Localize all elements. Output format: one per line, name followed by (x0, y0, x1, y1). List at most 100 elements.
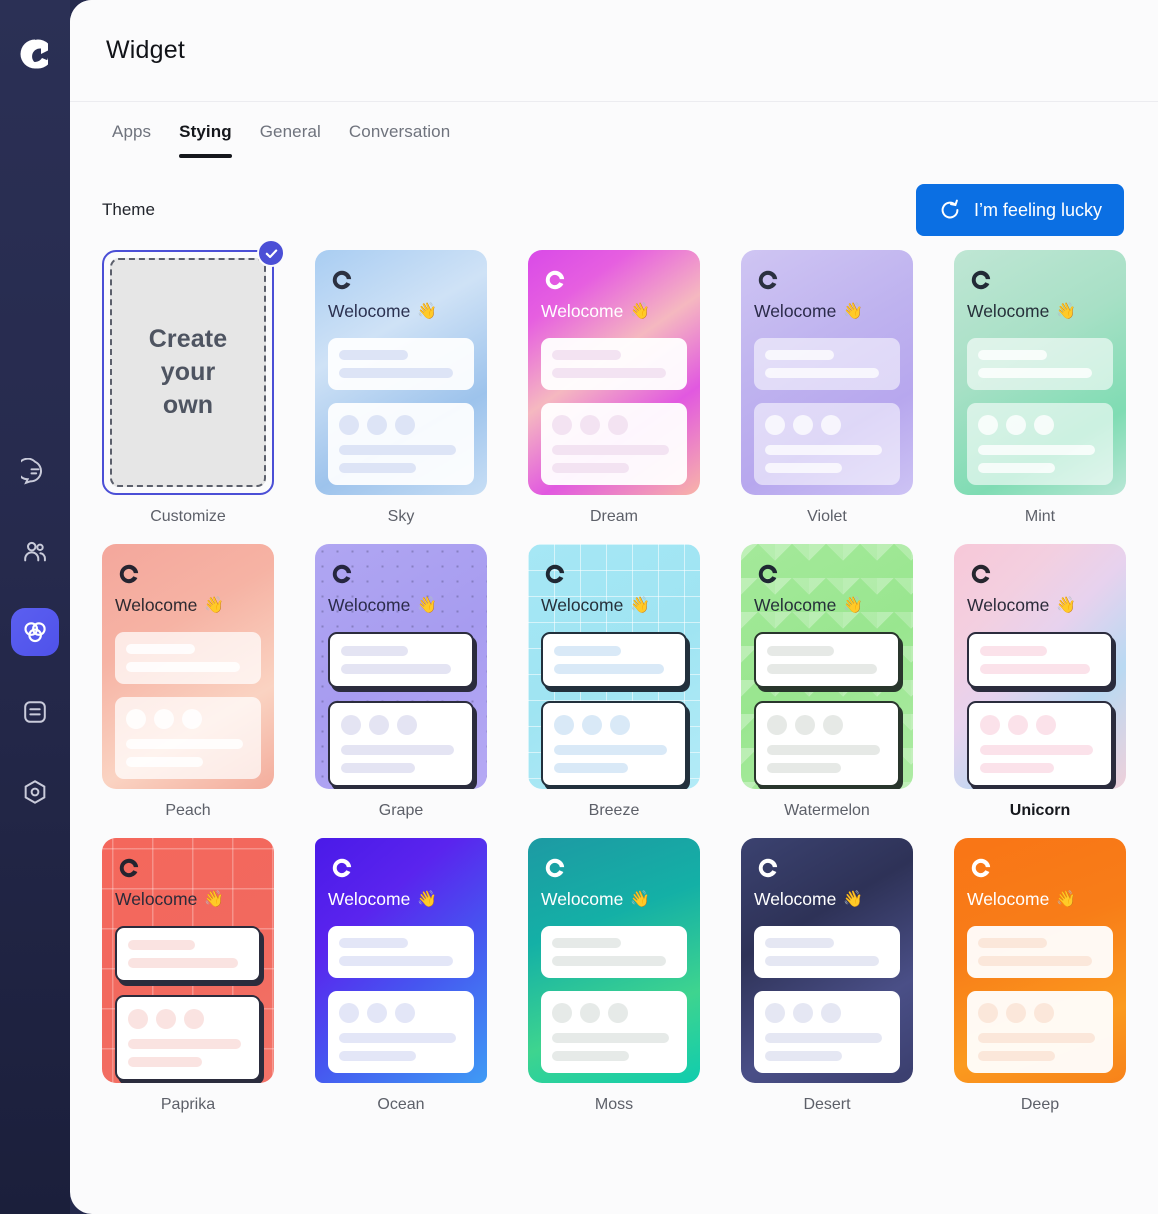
preview-bubble-top (754, 926, 900, 978)
theme-card-ocean[interactable]: Welocome 👋 (315, 838, 487, 1083)
create-your-own-card[interactable]: Create your own (102, 250, 274, 495)
skeleton-line (767, 664, 878, 674)
skeleton-line (552, 445, 669, 455)
preview-welcome-text: Welocome (754, 301, 837, 321)
theme-cell-customize: Create your own Customize (102, 239, 285, 526)
theme-card-grape[interactable]: Welocome 👋 (315, 544, 487, 789)
preview-bubble-bottom (754, 701, 900, 787)
preview-welcome-text: Welocome (967, 301, 1050, 321)
theme-name-mint: Mint (1024, 508, 1056, 525)
theme-name-moss: Moss (594, 1096, 634, 1113)
skeleton-line (552, 938, 622, 948)
theme-card-violet[interactable]: Welocome 👋 (741, 250, 913, 495)
sidebar-item-contacts[interactable] (11, 528, 59, 576)
theme-section-label: Theme (102, 200, 155, 219)
preview-welcome-breeze: Welocome 👋 (541, 595, 687, 616)
skeleton-line (980, 745, 1093, 755)
styling-content: Theme I’m feeling lucky Create your own Cus… (70, 172, 1158, 1214)
preview-bubbles-breeze (541, 632, 687, 787)
skeleton-dots (128, 1009, 248, 1029)
skeleton-line (765, 368, 880, 378)
theme-card-outer-sky: Welocome 👋 (315, 250, 487, 495)
preview-welcome-watermelon: Welocome 👋 (754, 595, 900, 616)
preview-bubble-top (754, 632, 900, 688)
customize-line-1: Create (148, 325, 228, 353)
sidebar-item-knowledge[interactable] (11, 688, 59, 736)
skeleton-dots (767, 715, 887, 735)
preview-logo-violet (754, 266, 900, 299)
theme-cell-watermelon: Welocome 👋 Watermelon (741, 544, 913, 820)
preview-bubble-top (328, 338, 474, 390)
customize-line-3: own (162, 391, 214, 419)
theme-name-ocean: Ocean (377, 1096, 425, 1113)
tab-conversation[interactable]: Conversation (335, 102, 464, 142)
check-icon (265, 248, 277, 258)
preview-bubble-top (967, 338, 1113, 390)
theme-card-watermelon[interactable]: Welocome 👋 (741, 544, 913, 789)
preview-bubbles-dream (541, 338, 687, 485)
skeleton-line (128, 1057, 203, 1067)
theme-card-moss[interactable]: Welocome 👋 (528, 838, 700, 1083)
main-panel: Widget Apps Stying General Conversation The… (70, 0, 1158, 1214)
tab-general[interactable]: General (246, 102, 335, 142)
theme-cell-desert: Welocome 👋 Desert (741, 838, 913, 1114)
app-logo[interactable] (11, 30, 59, 78)
theme-card-outer-desert: Welocome 👋 (741, 838, 913, 1083)
theme-card-peach[interactable]: Welocome 👋 (102, 544, 274, 789)
preview-welcome-peach: Welocome 👋 (115, 595, 261, 616)
customize-dashed-area: Create your own (110, 258, 266, 487)
preview-bubble-bottom (541, 701, 687, 787)
preview-welcome-text: Welocome (328, 301, 411, 321)
preview-bubbles-watermelon (754, 632, 900, 787)
wave-emoji-icon: 👋 (204, 890, 225, 908)
preview-welcome-text: Welocome (115, 595, 198, 615)
theme-card-desert[interactable]: Welocome 👋 (741, 838, 913, 1083)
preview-bubbles-deep (967, 926, 1113, 1073)
theme-card-breeze[interactable]: Welocome 👋 (528, 544, 700, 789)
theme-cell-violet: Welocome 👋 Violet (741, 250, 913, 526)
theme-cell-mint: Welocome 👋 Mint (954, 250, 1126, 526)
chat-c-logo-icon (971, 270, 991, 290)
preview-bubble-top (328, 926, 474, 978)
chat-c-logo-icon (971, 858, 991, 878)
theme-name-grape: Grape (378, 802, 424, 819)
theme-card-outer-watermelon: Welocome 👋 (741, 544, 913, 789)
preview-welcome-deep: Welocome 👋 (967, 889, 1113, 910)
wave-emoji-icon: 👋 (630, 302, 651, 320)
theme-card-outer-breeze: Welocome 👋 (528, 544, 700, 789)
preview-welcome-text: Welocome (328, 595, 411, 615)
skeleton-line (978, 1033, 1095, 1043)
preview-bubbles-desert (754, 926, 900, 1073)
theme-card-sky[interactable]: Welocome 👋 (315, 250, 487, 495)
sidebar-item-settings[interactable] (11, 768, 59, 816)
skeleton-line (978, 463, 1055, 473)
theme-card-unicorn[interactable]: Welocome 👋 (954, 544, 1126, 789)
theme-cell-grape: Welocome 👋 Grape (315, 544, 487, 820)
preview-welcome-grape: Welocome 👋 (328, 595, 474, 616)
theme-name-unicorn: Unicorn (1009, 802, 1071, 819)
wave-emoji-icon: 👋 (630, 890, 651, 908)
wave-emoji-icon: 👋 (843, 302, 864, 320)
tab-stying[interactable]: Stying (165, 102, 246, 158)
theme-cell-paprika: Welocome 👋 Paprika (102, 838, 274, 1114)
theme-card-dream[interactable]: Welocome 👋 (528, 250, 700, 495)
preview-welcome-unicorn: Welocome 👋 (967, 595, 1113, 616)
theme-card-mint[interactable]: Welocome 👋 (954, 250, 1126, 495)
skeleton-line (980, 646, 1048, 656)
theme-card-deep[interactable]: Welocome 👋 (954, 838, 1126, 1083)
theme-card-outer-moss: Welocome 👋 (528, 838, 700, 1083)
preview-welcome-text: Welocome (115, 889, 198, 909)
im-feeling-lucky-button[interactable]: I’m feeling lucky (915, 184, 1124, 236)
preview-bubble-top (967, 632, 1113, 688)
preview-bubbles-paprika (115, 926, 261, 1081)
preview-bubbles-mint (967, 338, 1113, 485)
preview-logo-grape (328, 560, 474, 593)
sidebar-item-conversations[interactable] (11, 448, 59, 496)
tab-apps[interactable]: Apps (98, 102, 165, 142)
skeleton-line (339, 1033, 456, 1043)
skeleton-line (126, 644, 196, 654)
tab-label: Stying (179, 122, 232, 141)
preview-bubble-top (967, 926, 1113, 978)
theme-card-paprika[interactable]: Welocome 👋 (102, 838, 274, 1083)
sidebar-item-widget[interactable] (11, 608, 59, 656)
